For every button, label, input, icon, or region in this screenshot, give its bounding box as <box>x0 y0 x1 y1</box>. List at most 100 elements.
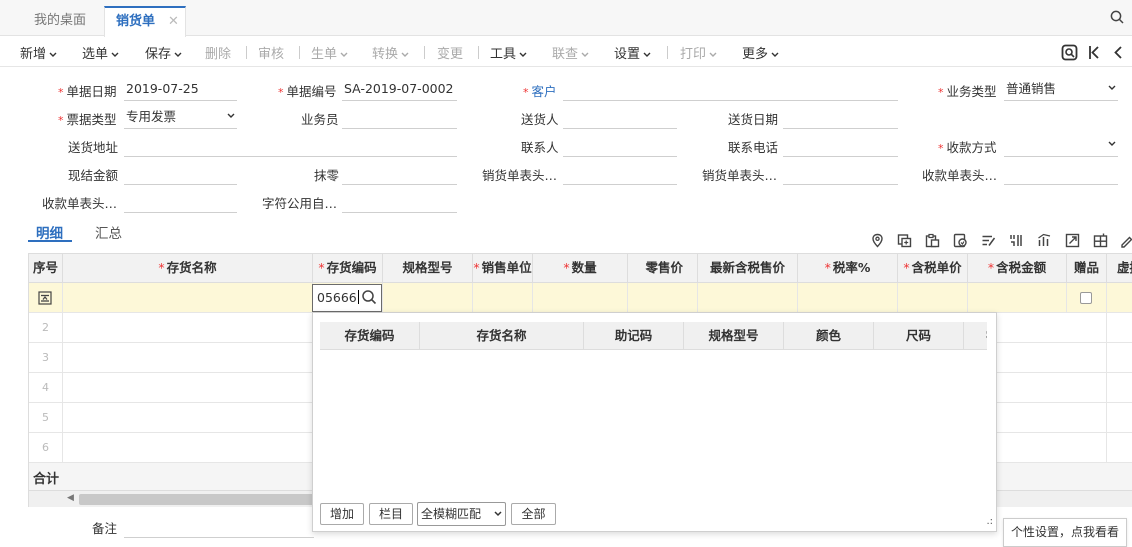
column-header-retail-price[interactable]: 零售价 <box>628 254 698 283</box>
table-cell[interactable] <box>798 283 898 313</box>
change-button[interactable]: 变更 <box>437 43 463 62</box>
column-header-amount[interactable]: * 含税金额 <box>968 254 1067 283</box>
import-icon[interactable] <box>953 233 968 248</box>
table-cell[interactable] <box>1067 403 1107 433</box>
customer-label[interactable]: * 客户 <box>523 81 557 100</box>
custom4-field[interactable] <box>124 191 237 213</box>
query-button[interactable]: 联查 <box>552 43 589 62</box>
copy-row-icon[interactable] <box>897 233 912 248</box>
scrollbar-thumb[interactable] <box>79 494 319 505</box>
delete-button[interactable]: 删除 <box>205 43 231 62</box>
table-cell[interactable] <box>63 373 313 403</box>
popup-all-button[interactable]: 全部 <box>511 503 556 525</box>
column-header-virtual[interactable]: 虚拟 <box>1107 254 1132 283</box>
scroll-left-icon[interactable]: ◀ <box>67 493 74 503</box>
column-header-quantity[interactable]: * 数量 <box>533 254 628 283</box>
search-icon[interactable] <box>361 289 377 305</box>
popup-column-size[interactable]: 尺码 <box>874 322 964 349</box>
salesman-field[interactable] <box>342 107 457 129</box>
chart-icon[interactable] <box>1037 233 1052 248</box>
column-header-latest-price[interactable]: 最新含税售价 <box>698 254 798 283</box>
round-field[interactable] <box>342 163 457 185</box>
table-cell[interactable] <box>63 343 313 373</box>
column-header-item-name[interactable]: * 存货名称 <box>63 254 313 283</box>
split-icon[interactable] <box>1093 233 1108 248</box>
convert-button[interactable]: 转换 <box>372 43 409 62</box>
popup-column-spec[interactable]: 规格型号 <box>684 322 784 349</box>
export-icon[interactable] <box>1065 233 1080 248</box>
popup-add-button[interactable]: 增加 <box>320 503 364 525</box>
custom3-field[interactable] <box>1004 163 1118 185</box>
column-header-spec[interactable]: 规格型号 <box>383 254 473 283</box>
custom5-field[interactable] <box>342 191 457 213</box>
generate-button[interactable]: 生单 <box>311 43 348 62</box>
print-button[interactable]: 打印 <box>680 43 717 62</box>
table-cell[interactable] <box>1067 373 1107 403</box>
save-button[interactable]: 保存 <box>145 43 182 62</box>
tab-home[interactable]: 我的桌面 <box>34 6 86 36</box>
column-header-unit-price[interactable]: * 含税单价 <box>898 254 968 283</box>
first-record-icon[interactable] <box>1088 45 1100 60</box>
table-cell[interactable] <box>63 283 313 313</box>
table-cell[interactable] <box>383 283 473 313</box>
custom1-field[interactable] <box>563 163 677 185</box>
table-cell[interactable] <box>63 433 313 463</box>
settings-button[interactable]: 设置 <box>614 43 651 62</box>
payment-select[interactable] <box>1004 135 1118 157</box>
code-field[interactable]: SA-2019-07-0002 <box>342 79 457 101</box>
table-cell[interactable] <box>968 283 1067 313</box>
contact-field[interactable] <box>563 135 677 157</box>
phone-field[interactable] <box>783 135 898 157</box>
deliverer-field[interactable] <box>563 107 677 129</box>
column-header-gift[interactable]: 赠品 <box>1067 254 1107 283</box>
popup-column-item-name[interactable]: 存货名称 <box>420 322 584 349</box>
table-cell[interactable] <box>63 313 313 343</box>
tab-summary[interactable]: 汇总 <box>95 222 122 242</box>
edit-icon[interactable] <box>1119 233 1132 248</box>
table-cell[interactable] <box>473 283 533 313</box>
customer-field[interactable] <box>563 79 898 101</box>
select-order-button[interactable]: 选单 <box>82 43 119 62</box>
invoice-type-select[interactable]: 专用发票 <box>124 107 237 129</box>
audit-button[interactable]: 审核 <box>258 43 284 62</box>
barcode-icon[interactable] <box>1009 233 1024 248</box>
preview-search-icon[interactable] <box>1061 44 1078 61</box>
close-icon[interactable]: ✕ <box>168 8 179 35</box>
table-cell[interactable] <box>533 283 628 313</box>
popup-column-item-code[interactable]: 存货编码 <box>320 322 420 349</box>
match-mode-select[interactable]: 全模糊匹配 <box>417 502 506 526</box>
row-action-icon[interactable] <box>38 291 52 305</box>
tools-button[interactable]: 工具 <box>490 43 527 62</box>
table-cell[interactable] <box>628 283 698 313</box>
gift-checkbox[interactable] <box>1080 292 1092 304</box>
table-cell[interactable] <box>1067 433 1107 463</box>
previous-record-icon[interactable] <box>1112 45 1124 60</box>
popup-column-mnemonic[interactable]: 助记码 <box>584 322 684 349</box>
table-cell[interactable] <box>63 403 313 433</box>
search-icon[interactable] <box>1110 10 1124 24</box>
popup-column-retail-price[interactable]: 零售价 <box>964 322 987 349</box>
tab-detail[interactable]: 明细 <box>36 222 63 242</box>
popup-column-color[interactable]: 颜色 <box>784 322 874 349</box>
date-field[interactable]: 2019-07-25 <box>124 79 237 101</box>
tab-sales-order[interactable]: 销货单 ✕ <box>104 6 186 37</box>
table-row[interactable] <box>29 283 1132 313</box>
resize-grip-icon[interactable]: .: <box>986 516 993 527</box>
batch-edit-icon[interactable] <box>981 233 996 248</box>
remark-field[interactable] <box>124 537 314 538</box>
column-header-sales-unit[interactable]: * 销售单位 <box>473 254 533 283</box>
table-cell[interactable] <box>898 283 968 313</box>
popup-columns-button[interactable]: 栏目 <box>369 503 413 525</box>
biz-type-select[interactable]: 普通销售 <box>1004 79 1118 101</box>
column-header-tax-rate[interactable]: * 税率% <box>798 254 898 283</box>
more-button[interactable]: 更多 <box>742 43 779 62</box>
cash-field[interactable] <box>124 163 237 185</box>
personal-settings-button[interactable]: 个性设置，点我看看 <box>1003 518 1127 547</box>
table-cell[interactable] <box>698 283 798 313</box>
paste-icon[interactable] <box>925 233 940 248</box>
address-field[interactable] <box>124 135 457 157</box>
table-cell[interactable] <box>1067 343 1107 373</box>
table-cell[interactable] <box>1067 313 1107 343</box>
custom2-field[interactable] <box>783 163 898 185</box>
new-button[interactable]: 新增 <box>20 43 57 62</box>
